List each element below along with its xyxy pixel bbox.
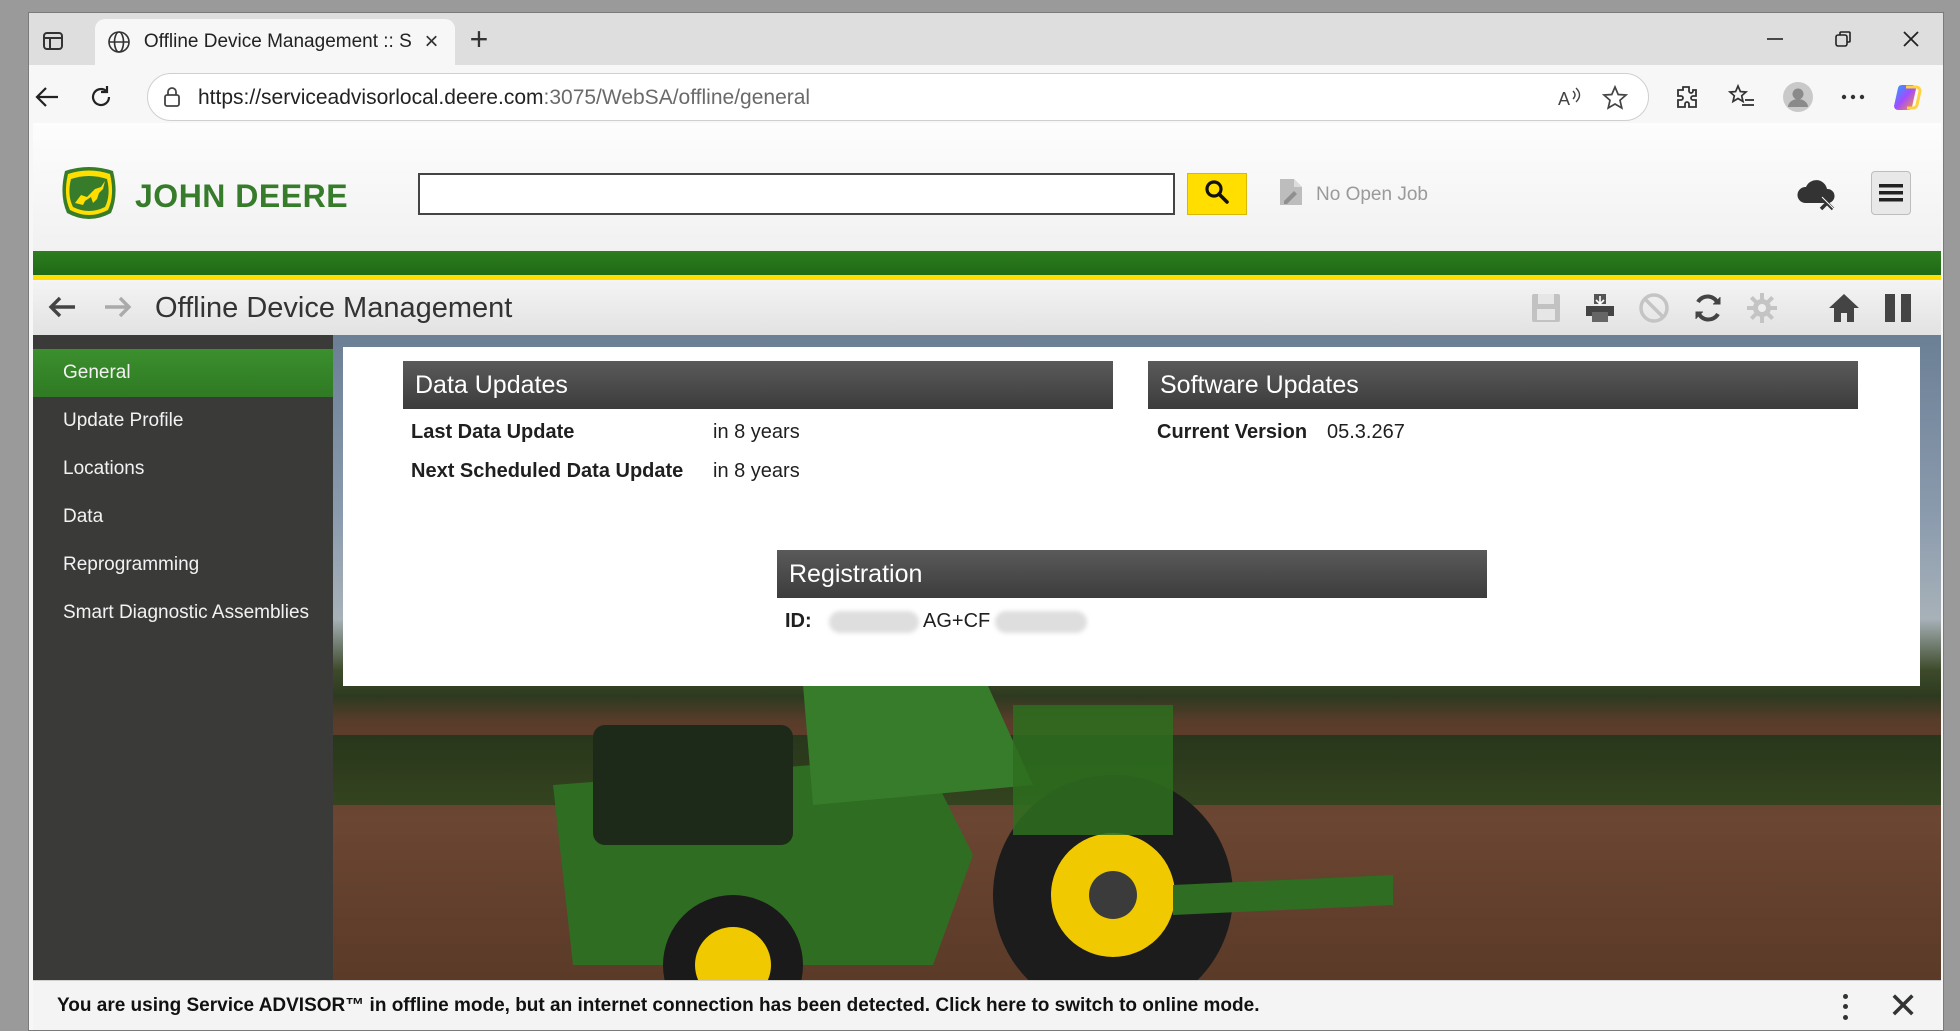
general-panel: Data Updates Last Data Update in 8 years… <box>343 347 1920 686</box>
back-icon[interactable] <box>29 79 65 115</box>
sidebar: General Update Profile Locations Data Re… <box>33 335 333 980</box>
browser-tab[interactable]: Offline Device Management :: Ser × <box>95 19 455 65</box>
no-open-job-label: No Open Job <box>1316 183 1428 205</box>
profile-icon[interactable] <box>1780 79 1816 115</box>
redacted-id-part <box>995 611 1087 633</box>
sidebar-item-general[interactable]: General <box>33 349 333 397</box>
close-icon[interactable]: × <box>420 28 443 56</box>
cancel-icon[interactable] <box>1635 289 1673 327</box>
page-toolbar: Offline Device Management <box>33 280 1941 335</box>
offline-mode-banner[interactable]: You are using Service ADVISOR™ in offlin… <box>33 980 1941 1030</box>
hamburger-icon[interactable] <box>1871 171 1911 215</box>
browser-window: Offline Device Management :: Ser × + htt… <box>28 12 1944 1031</box>
data-updates-header: Data Updates <box>403 361 1113 409</box>
save-icon[interactable] <box>1527 289 1565 327</box>
dismiss-icon[interactable]: ✕ <box>1888 988 1918 1024</box>
search-input[interactable] <box>418 173 1175 215</box>
sidebar-item-label: Reprogramming <box>63 554 200 575</box>
registration-id-value: AG+CF <box>923 610 991 632</box>
copilot-icon[interactable] <box>1891 79 1927 115</box>
sidebar-item-label: Data <box>63 506 104 527</box>
url-host: https://serviceadvisorlocal.deere.com <box>198 86 544 109</box>
sidebar-item-label: Smart Diagnostic Assemblies <box>63 602 310 623</box>
app-header: JOHN DEERE No Open Job <box>33 123 1941 251</box>
window-close-icon[interactable] <box>1881 23 1941 55</box>
cloud-offline-icon[interactable] <box>1795 175 1839 213</box>
search-icon <box>1204 179 1230 210</box>
registration-id-label: ID: <box>785 610 812 632</box>
read-aloud-icon[interactable]: A <box>1556 85 1582 111</box>
jd-deer-logo-icon <box>57 165 121 228</box>
brand-wordmark: JOHN DEERE <box>135 178 349 214</box>
registration-header: Registration <box>777 550 1487 598</box>
new-tab-icon[interactable]: + <box>463 23 495 55</box>
page-title: Offline Device Management <box>155 292 513 324</box>
redacted-id-part <box>829 611 919 633</box>
svg-text:A: A <box>1558 89 1570 109</box>
globe-icon <box>107 29 132 55</box>
main-area: General Update Profile Locations Data Re… <box>33 335 1941 980</box>
favorite-icon[interactable] <box>1601 84 1629 111</box>
url-text[interactable]: https://serviceadvisorlocal.deere.com:30… <box>198 86 810 110</box>
no-open-job[interactable]: No Open Job <box>1278 177 1428 212</box>
next-data-update-label: Next Scheduled Data Update <box>411 460 684 482</box>
last-data-update-value: in 8 years <box>713 421 800 443</box>
address-bar[interactable]: https://serviceadvisorlocal.deere.com:30… <box>147 73 1649 121</box>
sidebar-item-locations[interactable]: Locations <box>33 445 333 493</box>
job-icon <box>1278 177 1304 212</box>
browser-toolbar: https://serviceadvisorlocal.deere.com:30… <box>29 65 1943 129</box>
sidebar-item-update-profile[interactable]: Update Profile <box>33 397 333 445</box>
nav-back-icon[interactable] <box>45 292 79 322</box>
page-viewport: JOHN DEERE No Open Job Offline Device Ma… <box>33 123 1941 1030</box>
sidebar-item-label: Locations <box>63 458 145 479</box>
sidebar-item-reprogramming[interactable]: Reprogramming <box>33 541 333 589</box>
tab-title: Offline Device Management :: Ser <box>143 31 413 52</box>
jd-logo[interactable]: JOHN DEERE <box>57 165 348 228</box>
sidebar-item-data[interactable]: Data <box>33 493 333 541</box>
nav-forward-icon[interactable] <box>101 292 135 322</box>
tab-actions-icon[interactable] <box>39 27 67 55</box>
extensions-icon[interactable] <box>1668 79 1704 115</box>
tractor-illustration <box>553 675 1393 980</box>
current-version-value: 05.3.267 <box>1327 421 1405 443</box>
lock-icon[interactable] <box>162 86 182 113</box>
current-version-label: Current Version <box>1157 421 1308 443</box>
search-button[interactable] <box>1187 173 1247 215</box>
url-path: :3075/WebSA/offline/general <box>543 86 811 109</box>
refresh-icon[interactable] <box>83 79 119 115</box>
pause-icon[interactable] <box>1879 289 1917 327</box>
tab-strip: Offline Device Management :: Ser × + <box>29 13 1943 65</box>
sidebar-item-smart-diagnostic-assemblies[interactable]: Smart Diagnostic Assemblies <box>33 589 333 637</box>
sidebar-item-label: Update Profile <box>63 410 184 431</box>
last-data-update-label: Last Data Update <box>411 421 575 443</box>
restore-icon[interactable] <box>1813 23 1873 55</box>
offline-mode-message[interactable]: You are using Service ADVISOR™ in offlin… <box>57 995 1259 1017</box>
sync-icon[interactable] <box>1689 289 1727 327</box>
settings-icon[interactable] <box>1743 289 1781 327</box>
more-icon[interactable] <box>1835 79 1871 115</box>
favorites-list-icon[interactable] <box>1724 79 1760 115</box>
sidebar-item-label: General <box>63 362 131 383</box>
software-updates-header: Software Updates <box>1148 361 1858 409</box>
next-data-update-value: in 8 years <box>713 460 800 482</box>
print-icon[interactable] <box>1581 289 1619 327</box>
minimize-icon[interactable] <box>1745 23 1805 55</box>
kebab-icon[interactable] <box>1835 991 1855 1023</box>
home-icon[interactable] <box>1825 289 1863 327</box>
header-green-band <box>33 251 1941 275</box>
